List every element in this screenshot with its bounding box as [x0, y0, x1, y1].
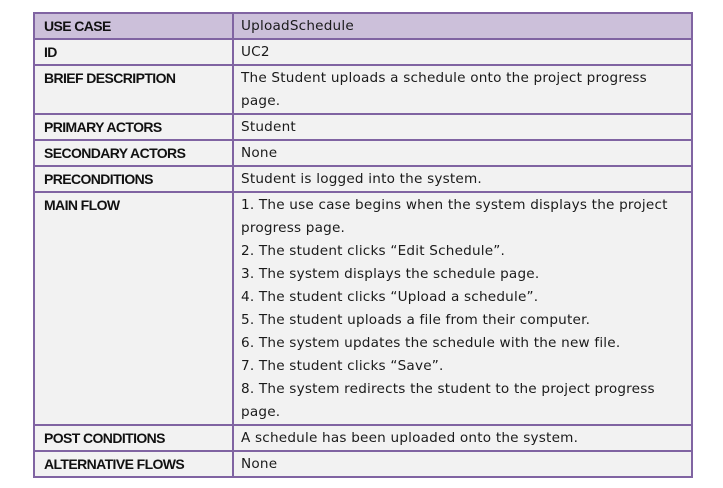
id-label: ID	[33, 38, 234, 66]
id-value: UC2	[232, 38, 693, 66]
use-case-row: USE CASE UploadSchedule	[33, 12, 693, 40]
alternative-flows-value: None	[232, 450, 693, 478]
main-flow-step: 8. The system redirects the student to t…	[241, 381, 655, 420]
use-case-table: USE CASE UploadSchedule ID UC2 BRIEF DES…	[33, 12, 693, 478]
secondary-actors-row: SECONDARY ACTORS None	[33, 139, 693, 167]
preconditions-value: Student is logged into the system.	[232, 165, 693, 193]
main-flow-step: 7. The student clicks “Save”.	[241, 358, 444, 374]
post-conditions-value: A schedule has been uploaded onto the sy…	[232, 424, 693, 452]
alternative-flows-row: ALTERNATIVE FLOWS None	[33, 450, 693, 478]
post-conditions-label: POST CONDITIONS	[33, 424, 234, 452]
main-flow-step: 1. The use case begins when the system d…	[241, 197, 668, 236]
main-flow-step: 3. The system displays the schedule page…	[241, 266, 540, 282]
secondary-actors-label: SECONDARY ACTORS	[33, 139, 234, 167]
brief-description-label: BRIEF DESCRIPTION	[33, 64, 234, 115]
preconditions-label: PRECONDITIONS	[33, 165, 234, 193]
main-flow-label: MAIN FLOW	[33, 191, 234, 426]
main-flow-steps: 1. The use case begins when the system d…	[232, 191, 693, 426]
main-flow-step: 5. The student uploads a file from their…	[241, 312, 591, 328]
alternative-flows-label: ALTERNATIVE FLOWS	[33, 450, 234, 478]
post-conditions-row: POST CONDITIONS A schedule has been uplo…	[33, 424, 693, 452]
secondary-actors-value: None	[232, 139, 693, 167]
primary-actors-value: Student	[232, 113, 693, 141]
main-flow-step: 4. The student clicks “Upload a schedule…	[241, 289, 539, 305]
main-flow-row: MAIN FLOW 1. The use case begins when th…	[33, 191, 693, 426]
main-flow-step: 6. The system updates the schedule with …	[241, 335, 621, 351]
preconditions-row: PRECONDITIONS Student is logged into the…	[33, 165, 693, 193]
brief-description-row: BRIEF DESCRIPTION The Student uploads a …	[33, 64, 693, 115]
primary-actors-label: PRIMARY ACTORS	[33, 113, 234, 141]
brief-description-value: The Student uploads a schedule onto the …	[232, 64, 693, 115]
primary-actors-row: PRIMARY ACTORS Student	[33, 113, 693, 141]
main-flow-step: 2. The student clicks “Edit Schedule”.	[241, 243, 506, 259]
id-row: ID UC2	[33, 38, 693, 66]
use-case-value: UploadSchedule	[232, 12, 693, 40]
use-case-label: USE CASE	[33, 12, 234, 40]
